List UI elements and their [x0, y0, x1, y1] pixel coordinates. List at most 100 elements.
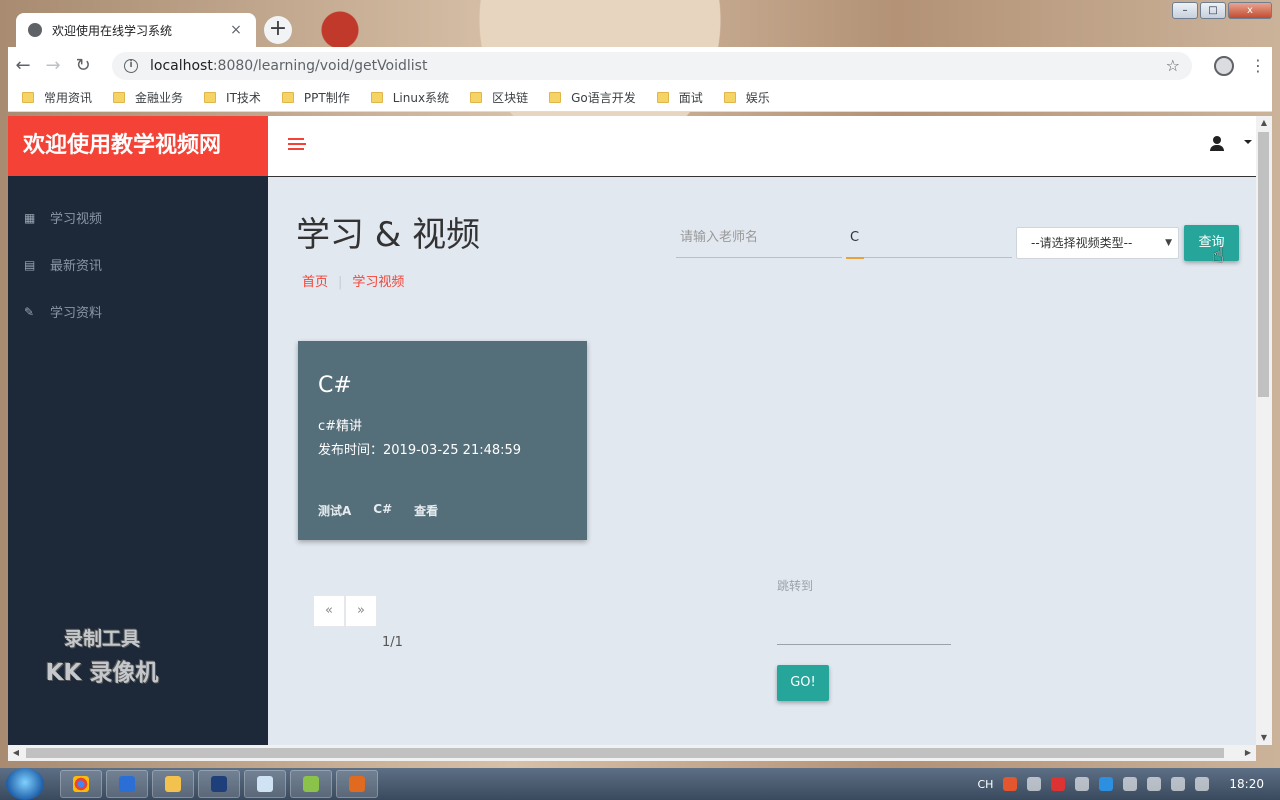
globe-icon: [28, 23, 42, 37]
volume-icon[interactable]: [1147, 777, 1162, 791]
video-category-link[interactable]: C#: [373, 502, 392, 519]
next-page-button[interactable]: »: [345, 595, 377, 627]
horizontal-scrollbar[interactable]: ◀ ▶: [8, 745, 1256, 761]
pagination: « »: [313, 595, 377, 627]
signal-icon[interactable]: [1195, 777, 1210, 791]
url-path: :8080/learning/void/getVoidlist: [212, 57, 428, 74]
scroll-up-icon[interactable]: ▲: [1256, 116, 1272, 130]
breadcrumb-current[interactable]: 学习视频: [352, 275, 404, 290]
bookmark-item[interactable]: 娱乐: [723, 89, 770, 106]
browser-tab-strip: 欢迎使用在线学习系统 × + – □ x: [0, 0, 1280, 47]
folder-icon: [549, 92, 562, 103]
sidebar-item-news[interactable]: ▤ 最新资讯: [8, 241, 268, 288]
hamburger-menu-icon[interactable]: [288, 138, 308, 152]
start-button[interactable]: [6, 768, 44, 800]
folder-icon: [204, 92, 217, 103]
video-description: c#精讲: [318, 419, 363, 434]
folder-icon: [281, 92, 294, 103]
os-taskbar: CH 18:20: [0, 768, 1280, 800]
maximize-icon[interactable]: □: [1200, 2, 1226, 19]
sidebar-item-label: 学习资料: [50, 306, 103, 321]
bookmark-item[interactable]: IT技术: [204, 89, 261, 106]
bookmark-star-icon[interactable]: ☆: [1166, 56, 1180, 75]
flag-icon[interactable]: [1171, 777, 1186, 791]
sogou-icon[interactable]: [1003, 777, 1018, 791]
recorder-watermark: 录制工具 KK 录像机: [45, 628, 159, 686]
jump-page-input[interactable]: [777, 605, 951, 645]
window-controls: – □ x: [1172, 2, 1272, 19]
browser-menu-icon[interactable]: ⋮: [1250, 56, 1266, 75]
teacher-name-input[interactable]: [676, 217, 842, 258]
page-title: 学习 & 视频: [296, 215, 481, 255]
tab-close-icon[interactable]: ×: [228, 22, 244, 38]
taskbar-android[interactable]: [290, 770, 332, 798]
site-brand[interactable]: 欢迎使用教学视频网: [8, 116, 268, 176]
hand-cursor-icon: ☝: [1212, 243, 1225, 267]
vertical-scrollbar[interactable]: ▲ ▼: [1256, 116, 1272, 745]
bookmarks-bar: 常用资讯 金融业务 IT技术 PPT制作 Linux系统 区块链 Go语言开发 …: [8, 84, 1272, 112]
taskbar-notepad[interactable]: [244, 770, 286, 798]
ime-indicator[interactable]: CH: [977, 778, 993, 791]
prev-page-button[interactable]: «: [313, 595, 345, 627]
bookmark-item[interactable]: 区块链: [470, 89, 528, 106]
reload-icon[interactable]: ↻: [68, 55, 98, 76]
scroll-right-icon[interactable]: ▶: [1240, 745, 1256, 761]
url-host: localhost: [150, 57, 213, 74]
folder-icon: [470, 92, 483, 103]
taskbar-folder[interactable]: [152, 770, 194, 798]
scroll-thumb[interactable]: [26, 748, 1224, 758]
page-count: 1/1: [382, 635, 403, 650]
network-icon[interactable]: [1123, 777, 1138, 791]
sidebar-item-videos[interactable]: ▦ 学习视频: [8, 194, 268, 241]
star-tray-icon[interactable]: [1099, 777, 1114, 791]
user-icon[interactable]: [1210, 136, 1224, 152]
new-tab-button[interactable]: +: [264, 16, 292, 44]
breadcrumb: 首页 | 学习视频: [302, 275, 405, 290]
info-icon[interactable]: i: [124, 58, 138, 73]
security-icon[interactable]: [1051, 777, 1066, 791]
bookmark-item[interactable]: 常用资讯: [22, 89, 92, 106]
top-navbar: [268, 116, 1256, 177]
video-view-link[interactable]: 查看: [414, 502, 438, 519]
browser-tab[interactable]: 欢迎使用在线学习系统 ×: [16, 13, 256, 47]
forward-arrow-icon[interactable]: →: [38, 55, 68, 76]
folder-icon: [113, 92, 126, 103]
chevron-down-icon[interactable]: [1244, 140, 1252, 144]
minimize-icon[interactable]: –: [1172, 2, 1198, 19]
window-close-icon[interactable]: x: [1228, 2, 1272, 19]
taskbar-chrome[interactable]: [60, 770, 102, 798]
video-card[interactable]: C# c#精讲 发布时间：2019-03-25 21:48:59 测试A C# …: [298, 341, 587, 540]
sidebar-item-materials[interactable]: ✎ 学习资料: [8, 288, 268, 335]
taskbar-app[interactable]: [198, 770, 240, 798]
video-title: C#: [318, 373, 352, 398]
scroll-left-icon[interactable]: ◀: [8, 745, 24, 761]
keyword-input[interactable]: [846, 217, 1012, 258]
bookmark-item[interactable]: Linux系统: [370, 89, 449, 106]
main-content: 学习 & 视频 首页|学习视频 --请选择视频类型-- ▼ 查询 ☝ C# c#…: [268, 177, 1256, 745]
cloud-icon[interactable]: [1027, 777, 1042, 791]
address-bar[interactable]: i localhost:8080/learning/void/getVoidli…: [112, 51, 1192, 80]
bookmark-item[interactable]: 金融业务: [113, 89, 183, 106]
bookmark-item[interactable]: PPT制作: [281, 89, 350, 106]
qrcode-icon: ▦: [24, 210, 36, 225]
scroll-thumb[interactable]: [1258, 132, 1269, 397]
tool-icon[interactable]: [1075, 777, 1090, 791]
browser-toolbar: ← → ↻ i localhost:8080/learning/void/get…: [8, 47, 1272, 84]
taskbar-recorder[interactable]: [336, 770, 378, 798]
sidebar-item-label: 学习视频: [50, 212, 103, 227]
folder-icon: [370, 92, 383, 103]
video-teacher-link[interactable]: 测试A: [318, 502, 351, 519]
jump-to-label: 跳转到: [777, 579, 814, 593]
extension-icon[interactable]: [1214, 55, 1234, 76]
scroll-down-icon[interactable]: ▼: [1256, 731, 1272, 745]
bookmark-item[interactable]: Go语言开发: [549, 89, 636, 106]
system-tray: CH 18:20: [977, 768, 1272, 800]
go-button[interactable]: GO!: [777, 665, 829, 701]
breadcrumb-home[interactable]: 首页: [302, 275, 328, 290]
bookmark-item[interactable]: 面试: [656, 89, 703, 106]
edit-icon: ✎: [24, 304, 35, 319]
video-type-select[interactable]: --请选择视频类型-- ▼: [1016, 227, 1179, 259]
taskbar-app[interactable]: [106, 770, 148, 798]
back-arrow-icon[interactable]: ←: [8, 55, 38, 76]
clock[interactable]: 18:20: [1229, 777, 1264, 791]
